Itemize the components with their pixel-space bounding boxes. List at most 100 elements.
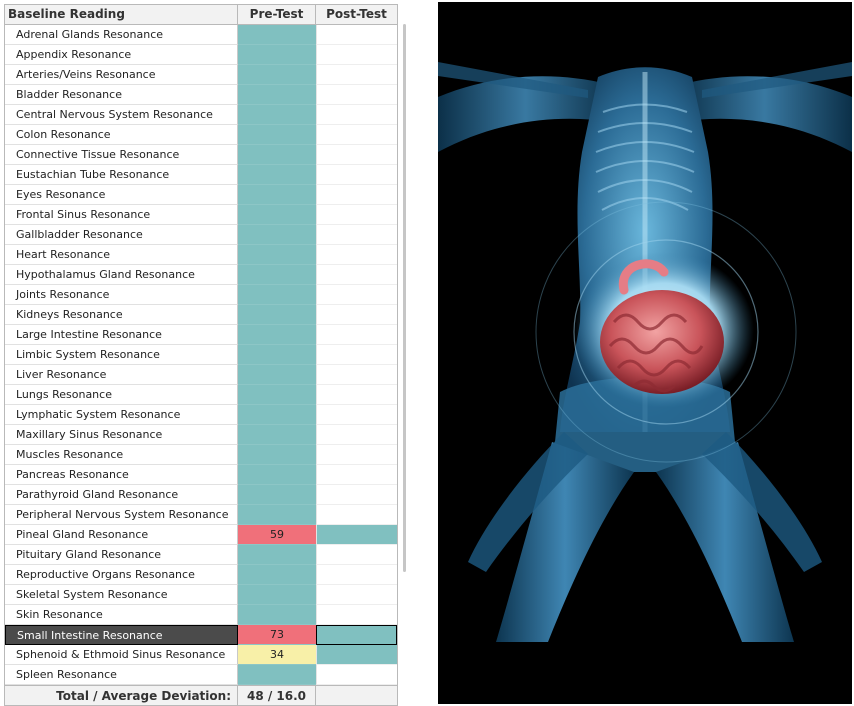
post-test-cell xyxy=(316,625,397,645)
post-test-cell xyxy=(316,445,397,465)
pre-test-cell xyxy=(238,125,316,145)
row-label: Muscles Resonance xyxy=(5,445,238,465)
table-row[interactable]: Colon Resonance xyxy=(5,125,397,145)
post-test-cell xyxy=(316,405,397,425)
post-test-cell xyxy=(316,505,397,525)
row-label: Arteries/Veins Resonance xyxy=(5,65,238,85)
pre-test-cell: 73 xyxy=(238,625,316,645)
baseline-reading-table: Baseline Reading Pre-Test Post-Test Adre… xyxy=(4,4,398,706)
post-test-cell xyxy=(316,565,397,585)
pre-test-cell xyxy=(238,25,316,45)
table-row[interactable]: Bladder Resonance xyxy=(5,85,397,105)
pre-test-cell xyxy=(238,465,316,485)
post-test-cell xyxy=(316,645,397,665)
pre-test-cell xyxy=(238,365,316,385)
post-test-cell xyxy=(316,605,397,625)
table-row[interactable]: Liver Resonance xyxy=(5,365,397,385)
table-row[interactable]: Eustachian Tube Resonance xyxy=(5,165,397,185)
vertical-scrollbar[interactable] xyxy=(398,20,412,580)
table-row[interactable]: Gallbladder Resonance xyxy=(5,225,397,245)
table-row[interactable]: Joints Resonance xyxy=(5,285,397,305)
row-label: Skin Resonance xyxy=(5,605,238,625)
table-row[interactable]: Large Intestine Resonance xyxy=(5,325,397,345)
table-header: Baseline Reading Pre-Test Post-Test xyxy=(5,5,397,25)
table-row[interactable]: Connective Tissue Resonance xyxy=(5,145,397,165)
row-label: Limbic System Resonance xyxy=(5,345,238,365)
human-body-illustration xyxy=(438,62,852,642)
row-label: Kidneys Resonance xyxy=(5,305,238,325)
table-row[interactable]: Skin Resonance xyxy=(5,605,397,625)
pre-test-cell xyxy=(238,245,316,265)
table-row[interactable]: Pancreas Resonance xyxy=(5,465,397,485)
table-row[interactable]: Reproductive Organs Resonance xyxy=(5,565,397,585)
row-label: Skeletal System Resonance xyxy=(5,585,238,605)
column-header-pre-test[interactable]: Pre-Test xyxy=(238,5,316,24)
post-test-cell xyxy=(316,105,397,125)
post-test-cell xyxy=(316,45,397,65)
table-row[interactable]: Limbic System Resonance xyxy=(5,345,397,365)
post-test-cell xyxy=(316,25,397,45)
post-test-cell xyxy=(316,585,397,605)
row-label: Bladder Resonance xyxy=(5,85,238,105)
pre-test-cell xyxy=(238,145,316,165)
table-row[interactable]: Appendix Resonance xyxy=(5,45,397,65)
row-label: Spleen Resonance xyxy=(5,665,238,685)
table-row[interactable]: Kidneys Resonance xyxy=(5,305,397,325)
pre-test-cell xyxy=(238,265,316,285)
row-label: Heart Resonance xyxy=(5,245,238,265)
post-test-cell xyxy=(316,285,397,305)
row-label: Pituitary Gland Resonance xyxy=(5,545,238,565)
table-row[interactable]: Muscles Resonance xyxy=(5,445,397,465)
column-header-baseline-reading[interactable]: Baseline Reading xyxy=(5,5,238,24)
table-row[interactable]: Peripheral Nervous System Resonance xyxy=(5,505,397,525)
post-test-cell xyxy=(316,125,397,145)
table-row[interactable]: Frontal Sinus Resonance xyxy=(5,205,397,225)
table-row[interactable]: Small Intestine Resonance 73 xyxy=(5,625,397,645)
row-label: Reproductive Organs Resonance xyxy=(5,565,238,585)
post-test-cell xyxy=(316,325,397,345)
table-row[interactable]: Heart Resonance xyxy=(5,245,397,265)
post-test-cell xyxy=(316,545,397,565)
row-label: Colon Resonance xyxy=(5,125,238,145)
post-test-cell xyxy=(316,345,397,365)
row-label: Adrenal Glands Resonance xyxy=(5,25,238,45)
pre-test-cell xyxy=(238,565,316,585)
pre-test-cell xyxy=(238,305,316,325)
table-row[interactable]: Adrenal Glands Resonance xyxy=(5,25,397,45)
table-row[interactable]: Spleen Resonance xyxy=(5,665,397,685)
pre-test-cell xyxy=(238,485,316,505)
post-test-cell xyxy=(316,65,397,85)
table-row[interactable]: Pineal Gland Resonance 59 xyxy=(5,525,397,545)
post-test-cell xyxy=(316,185,397,205)
pre-test-cell xyxy=(238,385,316,405)
pre-test-cell xyxy=(238,445,316,465)
row-label: Connective Tissue Resonance xyxy=(5,145,238,165)
row-label: Lungs Resonance xyxy=(5,385,238,405)
table-row[interactable]: Arteries/Veins Resonance xyxy=(5,65,397,85)
table-footer: Total / Average Deviation: 48 / 16.0 xyxy=(5,685,397,705)
pre-test-cell xyxy=(238,405,316,425)
table-row[interactable]: Parathyroid Gland Resonance xyxy=(5,485,397,505)
post-test-cell xyxy=(316,425,397,445)
total-average-deviation-label: Total / Average Deviation: xyxy=(5,686,238,705)
pre-test-cell: 34 xyxy=(238,645,316,665)
table-row[interactable]: Central Nervous System Resonance xyxy=(5,105,397,125)
row-label: Pancreas Resonance xyxy=(5,465,238,485)
table-row[interactable]: Lymphatic System Resonance xyxy=(5,405,397,425)
column-header-post-test[interactable]: Post-Test xyxy=(316,5,397,24)
table-row[interactable]: Sphenoid & Ethmoid Sinus Resonance 34 xyxy=(5,645,397,665)
table-row[interactable]: Pituitary Gland Resonance xyxy=(5,545,397,565)
table-row[interactable]: Maxillary Sinus Resonance xyxy=(5,425,397,445)
pre-test-cell xyxy=(238,285,316,305)
table-row[interactable]: Lungs Resonance xyxy=(5,385,397,405)
scrollbar-thumb[interactable] xyxy=(403,24,406,572)
table-row[interactable]: Skeletal System Resonance xyxy=(5,585,397,605)
pre-test-cell xyxy=(238,505,316,525)
pre-test-cell xyxy=(238,205,316,225)
table-row[interactable]: Eyes Resonance xyxy=(5,185,397,205)
row-label: Sphenoid & Ethmoid Sinus Resonance xyxy=(5,645,238,665)
row-label: Eyes Resonance xyxy=(5,185,238,205)
table-row[interactable]: Hypothalamus Gland Resonance xyxy=(5,265,397,285)
post-test-cell xyxy=(316,385,397,405)
post-test-cell xyxy=(316,205,397,225)
